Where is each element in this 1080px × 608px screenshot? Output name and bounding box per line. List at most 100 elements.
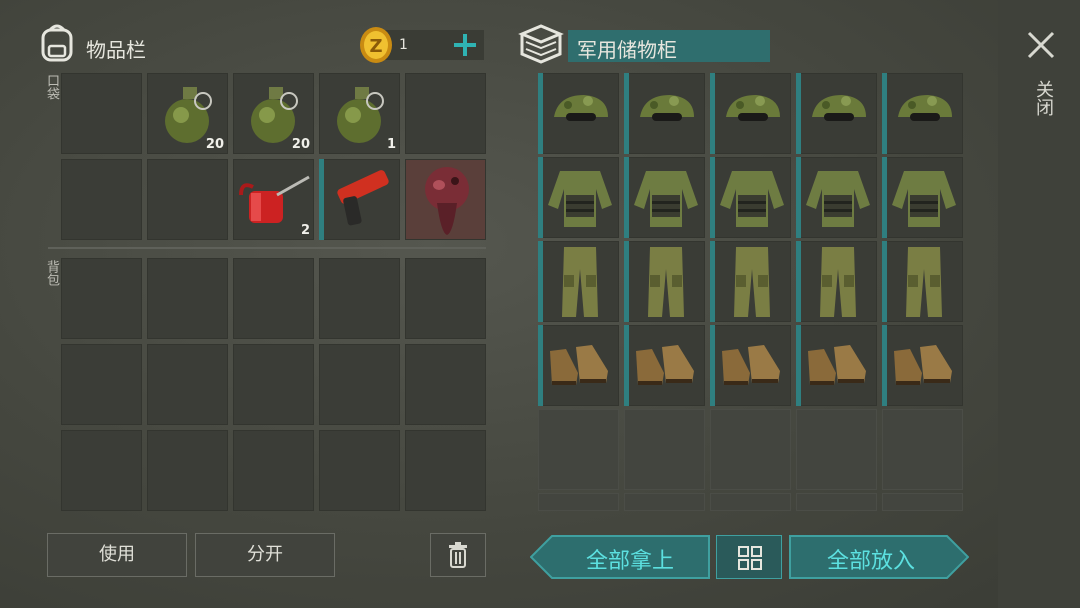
storage-slot[interactable] <box>624 325 705 406</box>
pocket-slot-6[interactable] <box>61 159 142 240</box>
storage-box-icon <box>518 22 564 64</box>
storage-slot-empty[interactable] <box>796 409 877 490</box>
creature-head-icon <box>421 163 473 237</box>
backpack-label: 背包 <box>44 260 59 286</box>
storage-slot[interactable] <box>882 157 963 238</box>
inventory-title: 物品栏 <box>86 38 146 62</box>
svg-text:Z: Z <box>369 36 382 57</box>
add-coin-button[interactable] <box>452 32 478 58</box>
item-marker <box>796 241 801 322</box>
coin-icon: Z <box>358 26 394 64</box>
pocket-slot-9[interactable] <box>319 159 400 240</box>
item-qty: 20 <box>205 137 224 152</box>
item-marker <box>538 325 543 406</box>
item-marker <box>624 157 629 238</box>
put-all-button[interactable]: 全部放入 <box>789 535 969 579</box>
camo-pants-icon <box>816 245 860 319</box>
pocket-slot-5[interactable] <box>405 73 486 154</box>
backpack-slot[interactable] <box>147 258 228 339</box>
pocket-slot-3[interactable]: 20 <box>233 73 314 154</box>
storage-slot[interactable] <box>710 325 791 406</box>
storage-slot[interactable] <box>796 241 877 322</box>
storage-slot-empty[interactable] <box>624 409 705 490</box>
backpack-slot[interactable] <box>233 430 314 511</box>
storage-slot-empty[interactable] <box>796 493 877 511</box>
grenade-icon <box>331 81 391 145</box>
pocket-slot-8[interactable]: 2 <box>233 159 314 240</box>
backpack-slot[interactable] <box>233 258 314 339</box>
backpack-slot[interactable] <box>319 344 400 425</box>
storage-slot[interactable] <box>624 241 705 322</box>
storage-slot[interactable] <box>796 157 877 238</box>
item-marker <box>710 241 715 322</box>
pocket-slot-7[interactable] <box>147 159 228 240</box>
storage-slot[interactable] <box>710 73 791 154</box>
backpack-slot[interactable] <box>61 430 142 511</box>
camo-cap-icon <box>892 91 956 131</box>
split-button[interactable]: 分开 <box>195 533 335 577</box>
camo-cap-icon <box>548 91 612 131</box>
item-qty: 20 <box>291 137 310 152</box>
storage-slot-empty[interactable] <box>710 409 791 490</box>
use-button[interactable]: 使用 <box>47 533 187 577</box>
backpack-slot[interactable] <box>61 258 142 339</box>
boots-icon <box>804 343 872 389</box>
storage-slot[interactable] <box>624 73 705 154</box>
take-all-button[interactable]: 全部拿上 <box>530 535 710 579</box>
pocket-slot-4[interactable]: 1 <box>319 73 400 154</box>
storage-slot[interactable] <box>624 157 705 238</box>
camo-pants-icon <box>902 245 946 319</box>
backpack-slot[interactable] <box>405 344 486 425</box>
storage-slot[interactable] <box>882 325 963 406</box>
pocket-slot-1[interactable] <box>61 73 142 154</box>
backpack-slot[interactable] <box>319 430 400 511</box>
coin-count: 1 <box>399 37 408 53</box>
close-icon <box>1026 30 1056 60</box>
backpack-slot[interactable] <box>405 258 486 339</box>
storage-slot[interactable] <box>796 325 877 406</box>
camo-pants-icon <box>644 245 688 319</box>
camo-jacket-icon <box>804 165 872 231</box>
close-button[interactable] <box>1026 30 1056 60</box>
item-marker <box>882 157 887 238</box>
item-marker <box>710 325 715 406</box>
storage-slot[interactable] <box>538 73 619 154</box>
camo-jacket-icon <box>632 165 700 231</box>
storage-slot[interactable] <box>538 325 619 406</box>
storage-slot[interactable] <box>538 241 619 322</box>
trash-icon <box>448 542 468 568</box>
backpack-icon <box>38 22 76 62</box>
storage-slot-empty[interactable] <box>882 493 963 511</box>
storage-slot[interactable] <box>710 157 791 238</box>
pocket-label: 口袋 <box>44 74 59 100</box>
item-marker <box>538 73 543 154</box>
storage-slot[interactable] <box>796 73 877 154</box>
storage-slot[interactable] <box>538 157 619 238</box>
backpack-slot[interactable] <box>147 344 228 425</box>
storage-slot[interactable] <box>882 241 963 322</box>
backpack-slot[interactable] <box>319 258 400 339</box>
storage-slot[interactable] <box>710 241 791 322</box>
close-label[interactable]: 关闭 <box>1030 80 1056 116</box>
item-marker <box>796 325 801 406</box>
storage-slot[interactable] <box>882 73 963 154</box>
boots-icon <box>546 343 614 389</box>
pocket-divider <box>48 247 486 249</box>
backpack-slot[interactable] <box>61 344 142 425</box>
storage-slot-empty[interactable] <box>624 493 705 511</box>
sort-button[interactable] <box>716 535 782 579</box>
storage-slot-empty[interactable] <box>538 409 619 490</box>
trash-button[interactable] <box>430 533 486 577</box>
item-marker <box>624 73 629 154</box>
grenade-icon <box>245 81 305 145</box>
backpack-slot[interactable] <box>233 344 314 425</box>
pocket-slot-10[interactable] <box>405 159 486 240</box>
pocket-slot-2[interactable]: 20 <box>147 73 228 154</box>
backpack-slot[interactable] <box>147 430 228 511</box>
flare-gun-icon <box>331 169 393 231</box>
storage-slot-empty[interactable] <box>882 409 963 490</box>
backpack-slot[interactable] <box>405 430 486 511</box>
storage-slot-empty[interactable] <box>710 493 791 511</box>
take-all-label: 全部拿上 <box>585 549 674 574</box>
storage-slot-empty[interactable] <box>538 493 619 511</box>
